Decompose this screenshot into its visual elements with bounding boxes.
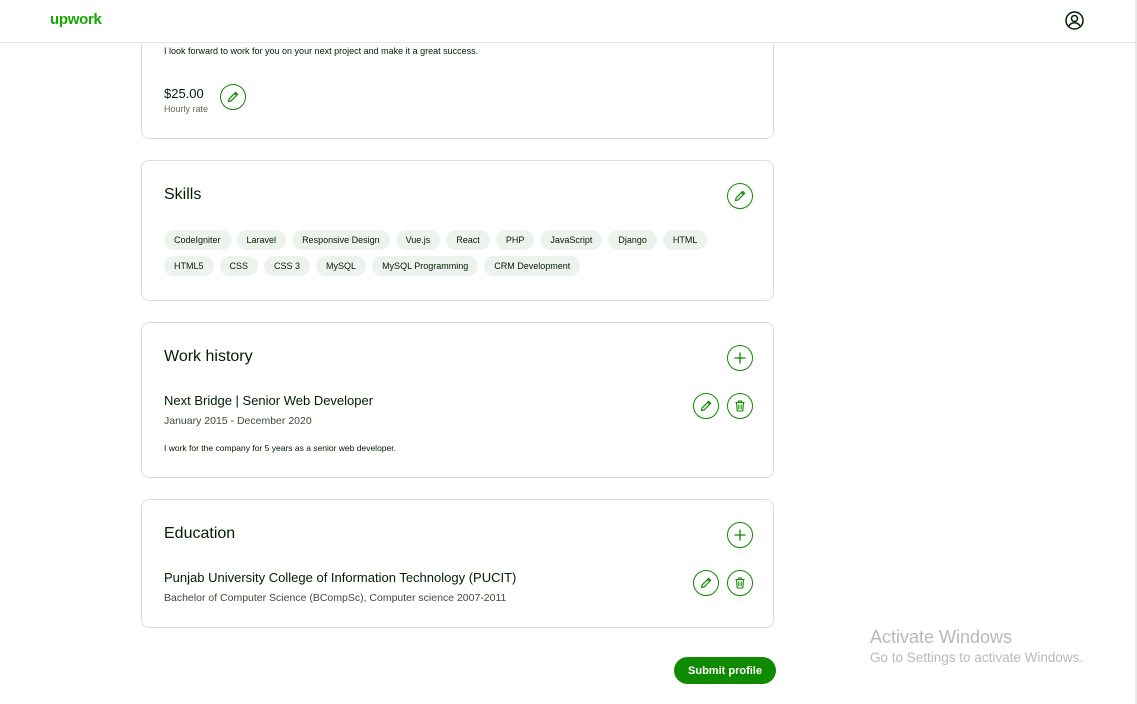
- skill-chip[interactable]: Vue.js: [395, 230, 441, 250]
- skill-chip[interactable]: CodeIgniter: [164, 230, 231, 250]
- skill-chip[interactable]: MySQL: [316, 256, 367, 276]
- skill-chip[interactable]: HTML5: [164, 256, 214, 276]
- skill-chip[interactable]: MySQL Programming: [372, 256, 479, 276]
- skills-card: Skills CodeIgniter Laravel Responsive Desi…: [141, 160, 774, 301]
- pencil-icon: [699, 576, 713, 590]
- trash-icon: [733, 576, 747, 590]
- skills-title: Skills: [164, 186, 202, 203]
- hourly-rate-value: $25.00: [164, 86, 204, 101]
- skill-chip[interactable]: Laravel: [236, 230, 287, 250]
- plus-icon: [733, 528, 747, 542]
- education-degree: Bachelor of Computer Science (BCompSc), …: [164, 592, 507, 604]
- hourly-rate-label: Hourly rate: [164, 104, 209, 114]
- plus-icon: [733, 351, 747, 365]
- edit-work-entry-button[interactable]: [693, 393, 719, 419]
- skill-chip[interactable]: CSS: [219, 256, 259, 276]
- pencil-icon: [226, 90, 240, 104]
- delete-education-button[interactable]: [727, 570, 753, 596]
- user-circle-icon[interactable]: [1064, 10, 1085, 31]
- work-entry-dates: January 2015 - December 2020: [164, 415, 312, 427]
- skill-chip[interactable]: React: [446, 230, 490, 250]
- add-work-history-button[interactable]: [727, 345, 753, 371]
- skill-chip[interactable]: PHP: [495, 230, 535, 250]
- skill-chip[interactable]: CRM Development: [484, 256, 581, 276]
- education-title: Education: [164, 525, 236, 542]
- add-education-button[interactable]: [727, 522, 753, 548]
- overview-text: I look forward to work for you on your n…: [164, 46, 479, 56]
- edit-rate-button[interactable]: [220, 84, 246, 110]
- trash-icon: [733, 399, 747, 413]
- work-history-card: Work history Next Bridge | Senior Web De…: [141, 322, 774, 478]
- pencil-icon: [699, 399, 713, 413]
- skills-list: CodeIgniter Laravel Responsive Design Vue.j…: [164, 230, 744, 282]
- education-school: Punjab University College of Information…: [164, 570, 517, 585]
- work-entry-description: I work for the company for 5 years as a …: [164, 443, 396, 453]
- work-history-title: Work history: [164, 348, 253, 365]
- top-bar: upwork: [0, 0, 1135, 43]
- submit-profile-button[interactable]: Submit profile: [674, 657, 776, 684]
- pencil-icon: [733, 189, 747, 203]
- skill-chip[interactable]: CSS 3: [264, 256, 311, 276]
- edit-skills-button[interactable]: [727, 183, 753, 209]
- delete-work-entry-button[interactable]: [727, 393, 753, 419]
- upwork-logo[interactable]: upwork: [50, 11, 102, 28]
- work-entry-title: Next Bridge | Senior Web Developer: [164, 393, 374, 408]
- education-card: Education Punjab University College of I…: [141, 499, 774, 628]
- skill-chip[interactable]: Responsive Design: [292, 230, 390, 250]
- watermark-title: Activate Windows: [870, 627, 1013, 647]
- overview-card: I look forward to work for you on your n…: [141, 30, 774, 139]
- skill-chip[interactable]: HTML: [662, 230, 708, 250]
- skill-chip[interactable]: Django: [608, 230, 657, 250]
- watermark-subtitle: Go to Settings to activate Windows.: [870, 650, 1084, 665]
- edit-education-button[interactable]: [693, 570, 719, 596]
- activate-windows-watermark: Activate Windows Go to Settings to activ…: [870, 627, 1083, 665]
- skill-chip[interactable]: JavaScript: [540, 230, 603, 250]
